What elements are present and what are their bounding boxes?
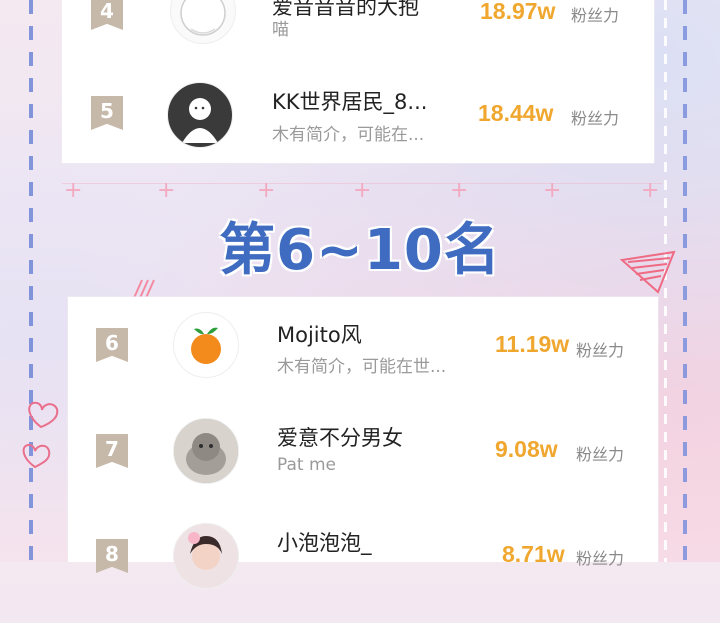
rank-badge: 6 [96, 328, 128, 362]
sparkle-icon: + [157, 178, 176, 203]
fans-value: 11.19w [495, 331, 570, 357]
sparkle-icon: + [353, 178, 372, 203]
user-bio: 喵 [272, 20, 289, 40]
avatar-cat-photo[interactable] [173, 418, 239, 484]
sparkle-icon: + [543, 178, 562, 203]
sparkle-icon: + [257, 178, 276, 203]
ranking-row-4[interactable]: 4 爱音音音的大抱 喵 18.97w 粉丝力 [62, 0, 654, 66]
ranking-card-top: 4 爱音音音的大抱 喵 18.97w 粉丝力 5 KK世界居民_8... 木有简… [62, 0, 654, 163]
user-name[interactable]: 小泡泡泡_ [277, 527, 372, 557]
ranking-row-6[interactable]: 6 Mojito风 木有简介，可能在世... 11.19w 粉丝力 [68, 297, 658, 407]
fans-label: 粉丝力 [571, 109, 620, 128]
rank-badge: 4 [91, 0, 123, 30]
user-name[interactable]: 爱音音音的大抱 [272, 0, 419, 21]
user-bio: Pat me [277, 455, 336, 475]
ranking-card-bottom: 6 Mojito风 木有简介，可能在世... 11.19w 粉丝力 7 爱意不分… [68, 297, 658, 589]
fans-value: 9.08w [495, 436, 558, 462]
rank-badge: 8 [96, 539, 128, 573]
rank-badge: 5 [91, 96, 123, 130]
fans-label: 粉丝力 [571, 6, 620, 25]
avatar-default-silhouette[interactable] [167, 82, 233, 148]
fans-label: 粉丝力 [576, 445, 625, 464]
decorative-striped-heart-icon [619, 250, 676, 294]
user-bio: 木有简介，可能在世... [277, 357, 447, 377]
user-bio: 木有简介，可能在... [272, 125, 425, 145]
user-name[interactable]: Mojito风 [277, 319, 362, 349]
decorative-hearts-icon [22, 401, 59, 469]
ranking-row-7[interactable]: 7 爱意不分男女 Pat me 9.08w 粉丝力 [68, 404, 658, 514]
fans-value: 18.97w [480, 0, 556, 24]
ranking-row-8[interactable]: 8 小泡泡泡_ 8.71w 粉丝力 [68, 513, 658, 623]
avatar-orange[interactable] [173, 312, 239, 378]
sparkle-icon: + [450, 178, 469, 203]
fans-label: 粉丝力 [576, 549, 625, 568]
sparkle-icon: + [641, 178, 660, 203]
user-name[interactable]: 爱意不分男女 [277, 422, 403, 452]
fans-label: 粉丝力 [576, 341, 625, 360]
rank-badge: 7 [96, 434, 128, 468]
ranking-row-5[interactable]: 5 KK世界居民_8... 木有简介，可能在... 18.44w 粉丝力 [62, 62, 654, 172]
sparkle-icon: + [64, 178, 83, 203]
fans-value: 18.44w [478, 100, 554, 126]
user-name[interactable]: KK世界居民_8... [272, 86, 427, 116]
section-title: 第6~10名 [219, 218, 501, 283]
avatar-cat-drawing[interactable] [170, 0, 236, 44]
avatar-girl-photo[interactable] [173, 523, 239, 589]
fans-value: 8.71w [502, 541, 565, 567]
